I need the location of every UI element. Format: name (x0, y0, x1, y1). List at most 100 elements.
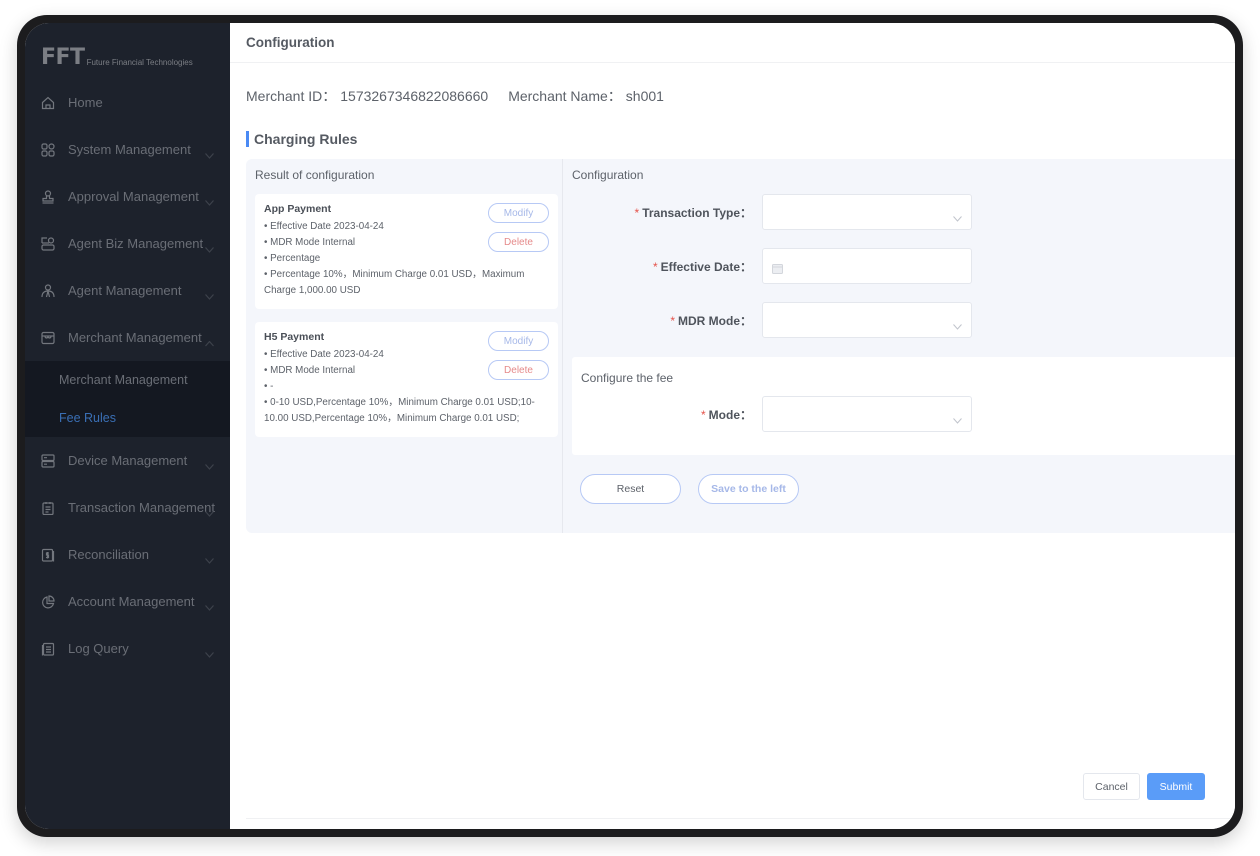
mdr-mode-label: * MDR Mode： (670, 313, 752, 328)
sidebar-item-system-management[interactable]: System Management (25, 126, 230, 173)
home-icon (41, 96, 55, 110)
pie-chart-icon (41, 594, 55, 609)
configure-fee-title: Configure the fee (581, 371, 674, 385)
mdr-mode-select[interactable] (762, 302, 972, 338)
transaction-type-select[interactable] (762, 194, 972, 230)
effective-date-row: * Effective Date： (563, 248, 983, 284)
chevron-down-icon (205, 505, 214, 517)
fee-mode-row: * Mode： (563, 396, 983, 432)
transaction-type-row: * Transaction Type： (563, 194, 983, 230)
sidebar-item-label: System Management (68, 142, 191, 157)
chevron-down-icon (205, 194, 214, 206)
footer-divider (246, 818, 1235, 819)
rule-line: • Percentage 10%，Minimum Charge 0.01 USD… (264, 269, 525, 296)
sidebar-item-label: Device Management (68, 453, 188, 468)
sidebar-item-label: Reconciliation (68, 547, 149, 562)
effective-date-picker[interactable] (762, 248, 972, 284)
person-icon (41, 283, 55, 298)
sidebar-item-label: Account Management (68, 594, 195, 609)
sidebar-item-merchant-management[interactable]: Merchant Management (25, 314, 230, 361)
device-frame: FFT Future Financial Technologies Home S… (17, 15, 1243, 837)
sidebar-subitem-merchant-management[interactable]: Merchant Management (25, 361, 230, 399)
page-title: Configuration (246, 35, 335, 50)
sidebar-item-log-query[interactable]: Log Query (25, 625, 230, 672)
modify-button[interactable]: Modify (488, 331, 549, 351)
chevron-down-icon (953, 209, 962, 222)
chevron-down-icon (953, 317, 962, 330)
sidebar-item-agent-management[interactable]: Agent Management (25, 267, 230, 314)
configuration-column: Configuration * Transaction Type： * Effect… (563, 159, 1235, 533)
stamp-icon (41, 189, 55, 204)
merchant-name-label: Merchant Name： (508, 88, 622, 104)
chevron-down-icon (205, 599, 214, 611)
sidebar: FFT Future Financial Technologies Home S… (25, 23, 230, 829)
sidebar-item-transaction-management[interactable]: Transaction Management (25, 484, 230, 531)
configure-fee-box: Configure the fee * Mode： (572, 357, 1235, 455)
sidebar-item-label: Transaction Management (68, 500, 215, 515)
page-header: Configuration (230, 23, 1235, 63)
chevron-down-icon (205, 288, 214, 300)
section-title-charging-rules: Charging Rules (246, 131, 357, 147)
chevron-down-icon (205, 241, 214, 253)
chevron-down-icon (205, 646, 214, 658)
chevron-down-icon (953, 411, 962, 424)
logo-text: Future Financial Technologies (86, 58, 193, 67)
log-doc-icon (41, 642, 55, 656)
sidebar-item-approval-management[interactable]: Approval Management (25, 173, 230, 220)
sidebar-item-home[interactable]: Home (25, 79, 230, 126)
logo: FFT Future Financial Technologies (25, 23, 230, 73)
grid-icon (41, 142, 55, 157)
store-icon (41, 331, 55, 345)
merchant-submenu: Merchant Management Fee Rules (25, 361, 230, 437)
save-to-left-button[interactable]: Save to the left (698, 474, 799, 504)
dollar-doc-icon (41, 548, 55, 562)
sidebar-item-label: Merchant Management (68, 330, 202, 345)
rule-line: • - (264, 381, 274, 392)
sidebar-item-reconciliation[interactable]: Reconciliation (25, 531, 230, 578)
sidebar-item-label: Log Query (68, 641, 129, 656)
delete-button[interactable]: Delete (488, 232, 549, 252)
rule-card-h5-payment: H5 Payment • Effective Date 2023-04-24 •… (255, 322, 558, 437)
sidebar-item-label: Approval Management (68, 189, 199, 204)
charging-rules-panel: Result of configuration App Payment • Ef… (246, 159, 1235, 533)
merchant-id-label: Merchant ID： (246, 88, 337, 104)
modify-button[interactable]: Modify (488, 203, 549, 223)
submit-button[interactable]: Submit (1147, 773, 1205, 800)
chevron-down-icon (205, 458, 214, 470)
calendar-icon (772, 261, 783, 274)
fee-mode-label: * Mode： (700, 407, 752, 422)
fee-mode-select[interactable] (762, 396, 972, 432)
sidebar-item-label: Home (68, 95, 103, 110)
main-content: Configuration Merchant ID： 15732673468220… (230, 23, 1235, 829)
rule-line: • 0-10 USD,Percentage 10%，Minimum Charge… (264, 397, 535, 424)
chevron-down-icon (205, 147, 214, 159)
result-column: Result of configuration App Payment • Ef… (246, 159, 563, 533)
reset-button[interactable]: Reset (580, 474, 681, 504)
clipboard-icon (41, 501, 55, 515)
chevron-down-icon (205, 552, 214, 564)
sidebar-item-account-management[interactable]: Account Management (25, 578, 230, 625)
effective-date-label: * Effective Date： (652, 259, 752, 274)
merchant-info: Merchant ID： 1573267346822086660 Merchant … (246, 86, 668, 106)
sidebar-item-label: Agent Management (68, 283, 182, 298)
cancel-button[interactable]: Cancel (1083, 773, 1140, 800)
logo-mark: FFT (41, 45, 85, 70)
sidebar-item-device-management[interactable]: Device Management (25, 437, 230, 484)
delete-button[interactable]: Delete (488, 360, 549, 380)
app-screen: FFT Future Financial Technologies Home S… (25, 23, 1235, 829)
rule-line: • Percentage (264, 253, 321, 264)
sidebar-item-agent-biz-management[interactable]: Agent Biz Management (25, 220, 230, 267)
sidebar-item-label: Agent Biz Management (68, 236, 204, 251)
merchant-id-value: 1573267346822086660 (340, 88, 489, 104)
agent-card-icon (41, 236, 55, 251)
sidebar-menu: Home System Management Approval Manageme… (25, 79, 230, 672)
merchant-name-value: sh001 (625, 88, 664, 104)
result-title: Result of configuration (255, 168, 375, 182)
transaction-type-label: * Transaction Type： (634, 205, 752, 220)
rule-card-app-payment: App Payment • Effective Date 2023-04-24 … (255, 194, 558, 309)
sidebar-subitem-fee-rules[interactable]: Fee Rules (25, 399, 230, 437)
server-icon (41, 453, 55, 468)
mdr-mode-row: * MDR Mode： (563, 302, 983, 338)
chevron-up-icon (205, 335, 214, 346)
configuration-title: Configuration (572, 168, 644, 182)
